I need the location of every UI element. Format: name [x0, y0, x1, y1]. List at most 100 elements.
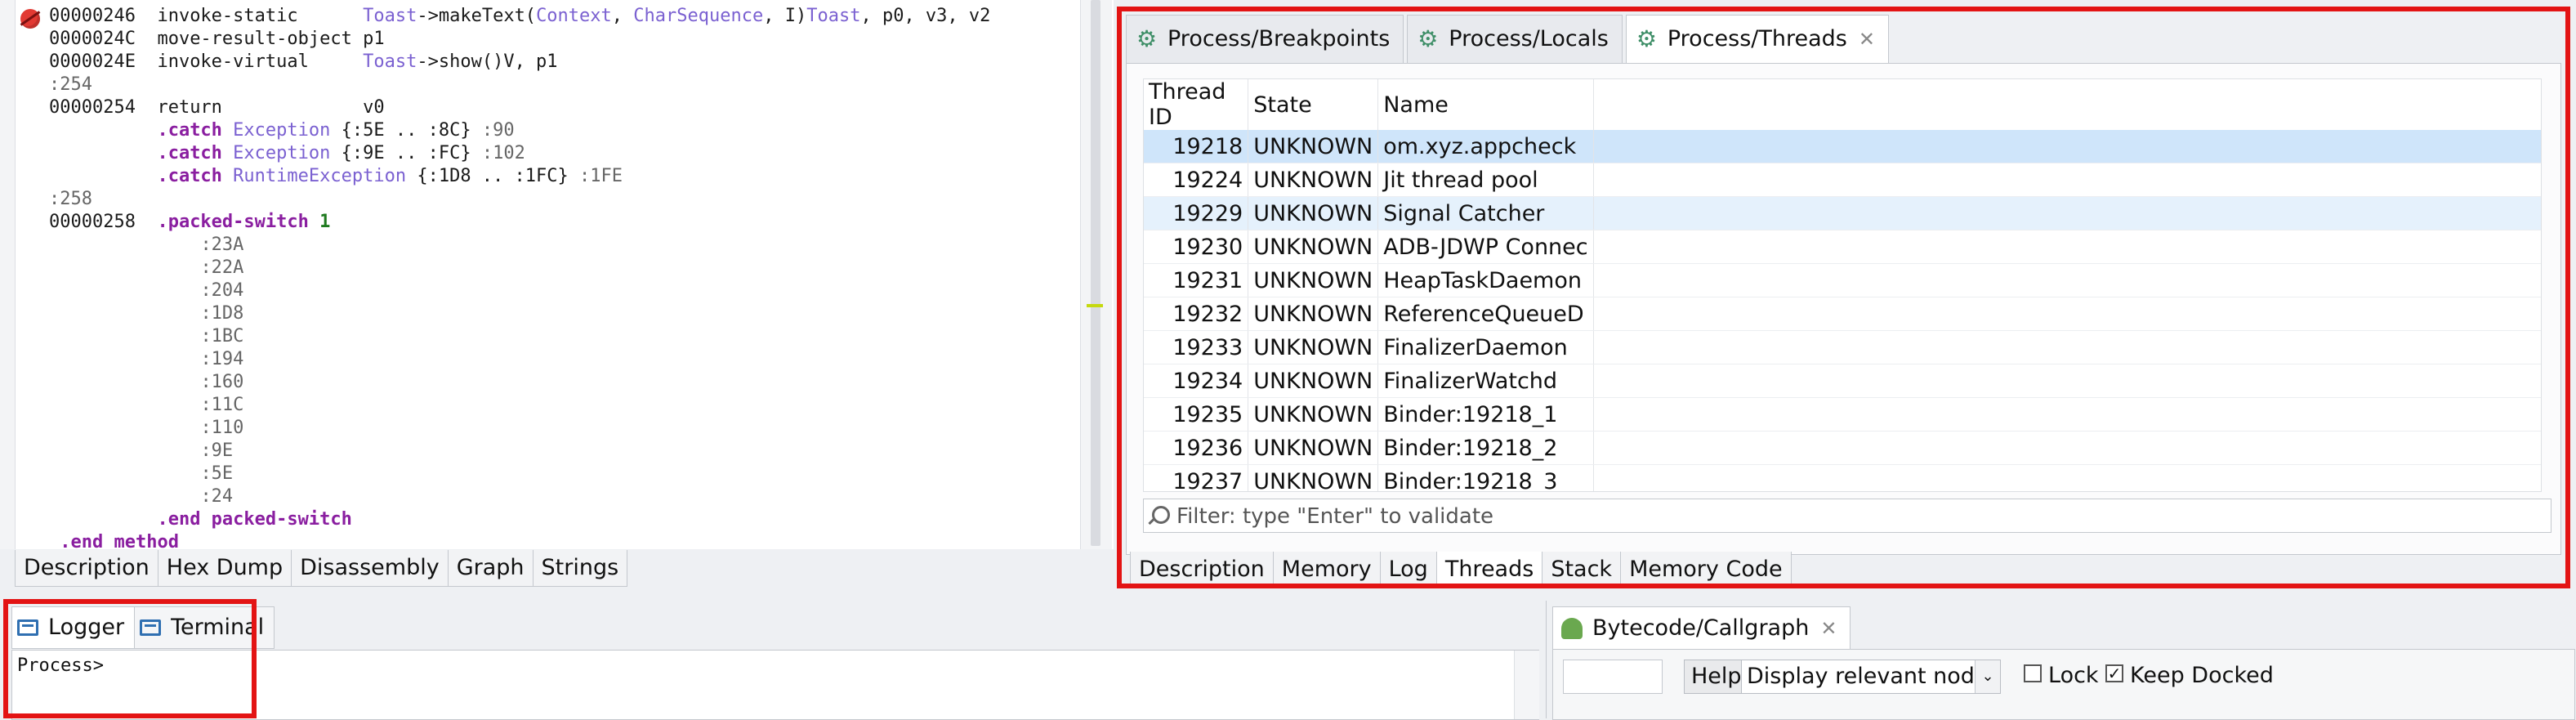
cell-filler — [1593, 464, 2541, 491]
code-line[interactable]: :9E — [49, 440, 990, 463]
cell-thread-id: 19218 — [1144, 130, 1249, 163]
tab-disassembly[interactable]: Disassembly — [291, 550, 449, 587]
terminal-output[interactable]: Process> — [11, 650, 1539, 720]
table-row[interactable]: 19224 UNKNOWN Jit thread pool — [1144, 163, 2541, 197]
code-line[interactable]: 0000024C move-result-object p1 — [49, 28, 990, 51]
code-line[interactable]: :5E — [49, 463, 990, 485]
table-row[interactable]: 19234 UNKNOWN FinalizerWatchd — [1144, 364, 2541, 398]
table-row[interactable]: 19229 UNKNOWN Signal Catcher — [1144, 196, 2541, 230]
code-line[interactable]: .end packed-switch — [49, 508, 990, 531]
table-row[interactable]: 19233 UNKNOWN FinalizerDaemon — [1144, 330, 2541, 364]
help-button[interactable]: Help — [1684, 660, 1749, 694]
code-line[interactable]: 0000024E invoke-virtual Toast->show()V, … — [49, 51, 990, 74]
callgraph-search-input[interactable] — [1563, 660, 1663, 694]
tab-terminal[interactable]: Terminal — [134, 606, 275, 649]
threads-view: Thread ID State Name 19218 UNKNOWN om.xyz.… — [1126, 63, 2561, 555]
tab-terminal-label: Terminal — [171, 615, 265, 640]
code-line[interactable]: :11C — [49, 394, 990, 417]
code-line[interactable]: :110 — [49, 417, 990, 440]
display-nodes-value: Display relevant nodes — [1747, 664, 2000, 689]
code-line[interactable]: 00000246 invoke-static Toast->makeText(C… — [49, 5, 990, 28]
code-line[interactable]: :204 — [49, 280, 990, 302]
tab-bytecode-callgraph[interactable]: Bytecode/Callgraph ✕ — [1552, 606, 1851, 650]
tab-graph[interactable]: Graph — [447, 550, 534, 587]
tab-process-threads[interactable]: ⚙ Process/Threads ✕ — [1625, 15, 1889, 63]
cell-filler — [1593, 163, 2541, 197]
cell-state: UNKNOWN — [1248, 330, 1379, 364]
code-line[interactable]: 00000254 return v0 — [49, 96, 990, 119]
lock-label: Lock — [2048, 663, 2099, 688]
cell-state: UNKNOWN — [1248, 431, 1379, 465]
column-header-state[interactable]: State — [1248, 79, 1379, 130]
cell-name: om.xyz.appcheck — [1377, 130, 1594, 163]
table-row[interactable]: 19236 UNKNOWN Binder:19218_2 — [1144, 431, 2541, 465]
close-icon[interactable]: ✕ — [1859, 16, 1875, 63]
search-icon — [1152, 506, 1170, 524]
cell-name: HeapTaskDaemon — [1377, 263, 1594, 297]
code-line[interactable]: :160 — [49, 371, 990, 394]
table-row[interactable]: 19230 UNKNOWN ADB-JDWP Connec — [1144, 230, 2541, 264]
code-line[interactable]: :194 — [49, 348, 990, 371]
code-line[interactable]: :1BC — [49, 325, 990, 348]
cell-thread-id: 19234 — [1144, 364, 1249, 398]
keep-docked-checkbox[interactable]: ✓ — [2105, 664, 2123, 682]
cell-name: FinalizerDaemon — [1377, 330, 1594, 364]
cell-filler — [1593, 130, 2541, 163]
code-line[interactable]: :258 — [49, 188, 990, 211]
close-icon[interactable]: ✕ — [1820, 607, 1837, 650]
tab-process-locals[interactable]: ⚙ Process/Locals — [1407, 15, 1623, 63]
cell-name: ADB-JDWP Connec — [1377, 230, 1594, 264]
breakpoint-icon[interactable] — [20, 9, 40, 29]
code-line[interactable]: :254 — [49, 74, 990, 96]
tab-memory[interactable]: Memory — [1272, 552, 1381, 588]
code-line[interactable]: .catch Exception {:9E .. :FC} :102 — [49, 142, 990, 165]
tab-strings[interactable]: Strings — [532, 550, 628, 587]
table-row[interactable]: 19235 UNKNOWN Binder:19218_1 — [1144, 397, 2541, 432]
tab-log[interactable]: Log — [1379, 552, 1437, 588]
code-line[interactable]: :1D8 — [49, 302, 990, 325]
tab-description[interactable]: Description — [1130, 552, 1274, 588]
code-line[interactable]: :24 — [49, 485, 990, 508]
column-header-filler — [1593, 79, 2541, 130]
table-row[interactable]: 19231 UNKNOWN HeapTaskDaemon — [1144, 263, 2541, 297]
terminal-scrollbar[interactable] — [1514, 651, 1539, 719]
chevron-down-icon[interactable]: ⌄ — [1975, 660, 2000, 693]
code-line[interactable]: 00000258 .packed-switch 1 — [49, 211, 990, 234]
overview-marker — [1087, 304, 1103, 307]
android-icon — [1561, 618, 1583, 639]
cell-thread-id: 19229 — [1144, 196, 1249, 230]
code-editor[interactable]: 00000246 invoke-static Toast->makeText(C… — [0, 0, 1114, 552]
cell-thread-id: 19230 — [1144, 230, 1249, 264]
cell-filler — [1593, 364, 2541, 398]
tab-hex-dump[interactable]: Hex Dump — [157, 550, 292, 587]
tab-description[interactable]: Description — [15, 550, 158, 587]
code-line[interactable]: :22A — [49, 257, 990, 280]
filter-placeholder: Filter: type "Enter" to validate — [1176, 504, 1494, 529]
callgraph-toolbar: Help Display relevant nodes ⌄ Lock ✓ Kee… — [1552, 649, 2575, 720]
tab-stack[interactable]: Stack — [1542, 552, 1622, 588]
threads-table: Thread ID State Name 19218 UNKNOWN om.xyz.… — [1144, 79, 2541, 491]
smali-code[interactable]: 00000246 invoke-static Toast->makeText(C… — [49, 5, 990, 554]
filter-input[interactable]: Filter: type "Enter" to validate — [1143, 499, 2551, 533]
lock-checkbox[interactable] — [2024, 664, 2042, 682]
terminal-prompt: Process> — [17, 655, 104, 676]
tab-logger[interactable]: Logger — [11, 606, 136, 649]
cell-state: UNKNOWN — [1248, 130, 1379, 163]
code-line[interactable]: .catch Exception {:5E .. :8C} :90 — [49, 119, 990, 142]
table-row[interactable]: 19237 UNKNOWN Binder:19218_3 — [1144, 464, 2541, 491]
tab-process-breakpoints[interactable]: ⚙ Process/Breakpoints — [1126, 15, 1404, 63]
tab-label: Process/Breakpoints — [1167, 26, 1391, 51]
console-tabs: Logger Terminal — [11, 606, 275, 649]
table-row[interactable]: 19232 UNKNOWN ReferenceQueueD — [1144, 297, 2541, 331]
code-line[interactable]: .catch RuntimeException {:1D8 .. :1FC} :… — [49, 165, 990, 188]
column-header-thread-id[interactable]: Thread ID — [1144, 79, 1249, 130]
tab-label: Process/Threads — [1667, 26, 1847, 51]
display-nodes-select[interactable]: Display relevant nodes ⌄ — [1741, 660, 2001, 694]
tab-memory-code[interactable]: Memory Code — [1620, 552, 1792, 588]
code-line[interactable]: :23A — [49, 234, 990, 257]
tab-threads[interactable]: Threads — [1435, 552, 1543, 588]
column-header-name[interactable]: Name — [1377, 79, 1594, 130]
table-row[interactable]: 19218 UNKNOWN om.xyz.appcheck — [1144, 130, 2541, 163]
editor-scrollbar[interactable] — [1080, 0, 1112, 549]
cell-filler — [1593, 230, 2541, 264]
